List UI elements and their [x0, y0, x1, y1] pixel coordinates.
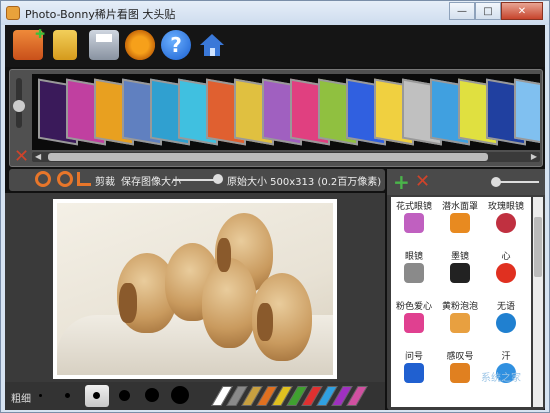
sticker-icon — [496, 213, 516, 233]
template-thumb[interactable] — [514, 78, 540, 146]
sticker-name: 花式眼镜 — [395, 202, 432, 212]
open-folder-button[interactable] — [53, 30, 77, 60]
brush-size-label: 粗细 — [11, 394, 31, 405]
puppy-ear — [257, 303, 273, 341]
sticker-name: 心 — [501, 252, 511, 262]
photo-frame[interactable] — [53, 199, 337, 379]
crop-label[interactable]: 剪裁 — [95, 173, 115, 188]
sticker-item[interactable]: 眼镜 — [391, 247, 437, 297]
sticker-name: 无语 — [496, 302, 515, 312]
strip-scrollbar[interactable]: ◀ ▶ — [32, 152, 540, 162]
sticker-icon — [404, 313, 424, 333]
puppy-4 — [202, 258, 257, 348]
brush-size-4[interactable] — [119, 390, 130, 401]
close-button[interactable]: ✕ — [501, 2, 543, 20]
sticker-name: 玫瑰眼镜 — [487, 202, 524, 212]
add-sticker-icon[interactable]: + — [393, 170, 410, 194]
save-size-slider-knob[interactable] — [213, 174, 223, 184]
sticker-name: 潜水面罩 — [441, 202, 478, 212]
maximize-button[interactable]: □ — [475, 2, 501, 20]
brush-bar: 粗细 — [5, 382, 385, 410]
sticker-item[interactable]: 墨镜 — [437, 247, 483, 297]
sticker-item[interactable]: 心 — [483, 247, 529, 297]
brush-size-3-selected[interactable] — [85, 385, 109, 407]
rotate-left-icon[interactable] — [35, 171, 51, 187]
home-icon — [200, 34, 224, 56]
photo-canvas — [5, 193, 385, 382]
sticker-scrollbar[interactable] — [533, 197, 543, 407]
sticker-name: 墨镜 — [450, 252, 469, 262]
save-size-label: 保存图像大小 — [121, 177, 181, 188]
sticker-icon — [404, 363, 424, 383]
brush-size-2[interactable] — [65, 393, 70, 398]
strip-scroll-thumb[interactable] — [48, 153, 488, 161]
sticker-scroll-thumb[interactable] — [534, 217, 542, 277]
sticker-name: 汗 — [501, 352, 511, 362]
sticker-item[interactable]: 粉色爱心 — [391, 297, 437, 347]
sticker-icon — [450, 313, 470, 333]
watermark: 系统之家 — [481, 373, 521, 384]
help-icon: ? — [170, 33, 182, 57]
brush-size-5[interactable] — [145, 388, 159, 402]
puppy-ear — [119, 283, 137, 323]
sticker-icon — [496, 263, 516, 283]
sticker-panel: + ✕ 花式眼镜 潜水面罩 玫瑰眼镜眼镜 墨镜 心粉色爱心 黄粉泡泡 无语问号 感叹号 汗 — [387, 169, 545, 410]
photo-plus-icon: ✚ — [34, 27, 45, 41]
template-strip: ✕ ◀ ▶ — [9, 69, 543, 167]
window-controls: — □ ✕ — [449, 2, 543, 20]
save-size-slider[interactable] — [173, 179, 217, 181]
sticker-icon — [404, 213, 424, 233]
remove-sticker-icon[interactable]: ✕ — [415, 171, 430, 192]
zoom-slider-knob[interactable] — [13, 100, 25, 112]
original-size-label: 原始大小 500x313 (0.2百万像素) — [227, 177, 382, 188]
remove-template-icon[interactable]: ✕ — [14, 146, 29, 167]
sticker-icon — [404, 263, 424, 283]
sticker-toolbar: + ✕ — [387, 169, 545, 195]
sticker-name: 黄粉泡泡 — [441, 302, 478, 312]
client-area: ✚ ? ✕ ◀ ▶ 剪裁 保存图像大小 原始大小 500x313 (0.2百万像… — [5, 25, 545, 410]
sticker-name: 眼镜 — [404, 252, 423, 262]
save-button[interactable] — [89, 30, 119, 60]
sticker-item[interactable]: 玫瑰眼镜 — [483, 197, 529, 247]
sticker-item[interactable]: 花式眼镜 — [391, 197, 437, 247]
home-button[interactable] — [197, 30, 227, 60]
window-title: Photo-Bonny稀片看图 大头贴 — [25, 8, 176, 21]
sticker-item[interactable]: 感叹号 — [437, 347, 483, 397]
sticker-item[interactable]: 无语 — [483, 297, 529, 347]
sticker-size-slider[interactable] — [497, 181, 539, 183]
main-toolbar: ✚ ? — [5, 25, 545, 67]
puppies-photo — [57, 203, 333, 375]
add-photo-button[interactable]: ✚ — [13, 27, 45, 60]
settings-button[interactable] — [125, 30, 155, 60]
brush-size-1[interactable] — [39, 394, 42, 397]
app-window: Photo-Bonny稀片看图 大头贴 — □ ✕ ✚ ? ✕ ◀ ▶ 剪裁 保… — [0, 0, 550, 413]
edit-bar: 剪裁 保存图像大小 原始大小 500x313 (0.2百万像素) — [9, 169, 385, 191]
sticker-icon — [496, 313, 516, 333]
template-thumbnails — [32, 74, 540, 150]
scroll-right-icon[interactable]: ▶ — [531, 152, 537, 161]
sticker-item[interactable]: 黄粉泡泡 — [437, 297, 483, 347]
help-button[interactable]: ? — [161, 30, 191, 60]
puppy-ear — [217, 238, 231, 272]
title-bar: Photo-Bonny稀片看图 大头贴 — □ ✕ — [1, 1, 549, 25]
disk-icon — [96, 34, 112, 42]
sticker-icon — [450, 263, 470, 283]
sticker-item[interactable]: 问号 — [391, 347, 437, 397]
scroll-left-icon[interactable]: ◀ — [35, 152, 41, 161]
rotate-right-icon[interactable] — [57, 171, 73, 187]
crop-icon[interactable] — [77, 172, 91, 186]
sticker-name: 问号 — [404, 352, 423, 362]
sticker-name: 感叹号 — [446, 352, 474, 362]
sticker-icon — [450, 363, 470, 383]
app-icon — [6, 6, 20, 20]
sticker-icon — [450, 213, 470, 233]
brush-size-6[interactable] — [171, 386, 189, 404]
minimize-button[interactable]: — — [449, 2, 475, 20]
sticker-item[interactable]: 潜水面罩 — [437, 197, 483, 247]
sticker-name: 粉色爱心 — [395, 302, 432, 312]
